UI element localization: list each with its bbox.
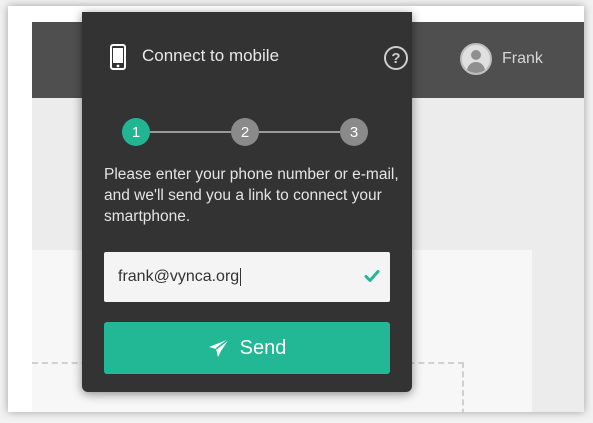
check-icon [364, 268, 380, 287]
connect-mobile-popup: Connect to mobile ? 1 2 3 Please enter y… [82, 12, 412, 392]
contact-input-value[interactable]: frank@vynca.org [118, 267, 242, 286]
progress-stepper: 1 2 3 [122, 118, 368, 148]
user-avatar-icon[interactable] [460, 43, 492, 75]
screenshot-frame: Frank Connect to mobile ? 1 2 3 Please e… [8, 6, 584, 412]
popup-header: Connect to mobile ? [82, 12, 412, 82]
text-caret [240, 267, 242, 286]
input-text: frank@vynca.org [118, 268, 240, 286]
step-connector [150, 131, 231, 133]
contact-input-field[interactable]: frank@vynca.org [104, 252, 390, 302]
avatar-head [471, 50, 481, 60]
paper-plane-icon [208, 338, 230, 358]
avatar-body [467, 62, 485, 73]
step-2: 2 [231, 118, 259, 146]
send-button-label: Send [239, 336, 287, 359]
help-icon[interactable]: ? [384, 46, 408, 70]
send-button[interactable]: Send [104, 322, 390, 374]
instructions-text: Please enter your phone number or e-mail… [104, 166, 399, 225]
user-name[interactable]: Frank [502, 50, 543, 68]
step-1: 1 [122, 118, 150, 146]
step-3: 3 [340, 118, 368, 146]
smartphone-icon [110, 44, 126, 74]
user-menu[interactable]: Frank [460, 42, 543, 76]
popup-title: Connect to mobile [142, 46, 280, 65]
step-connector [259, 131, 340, 133]
